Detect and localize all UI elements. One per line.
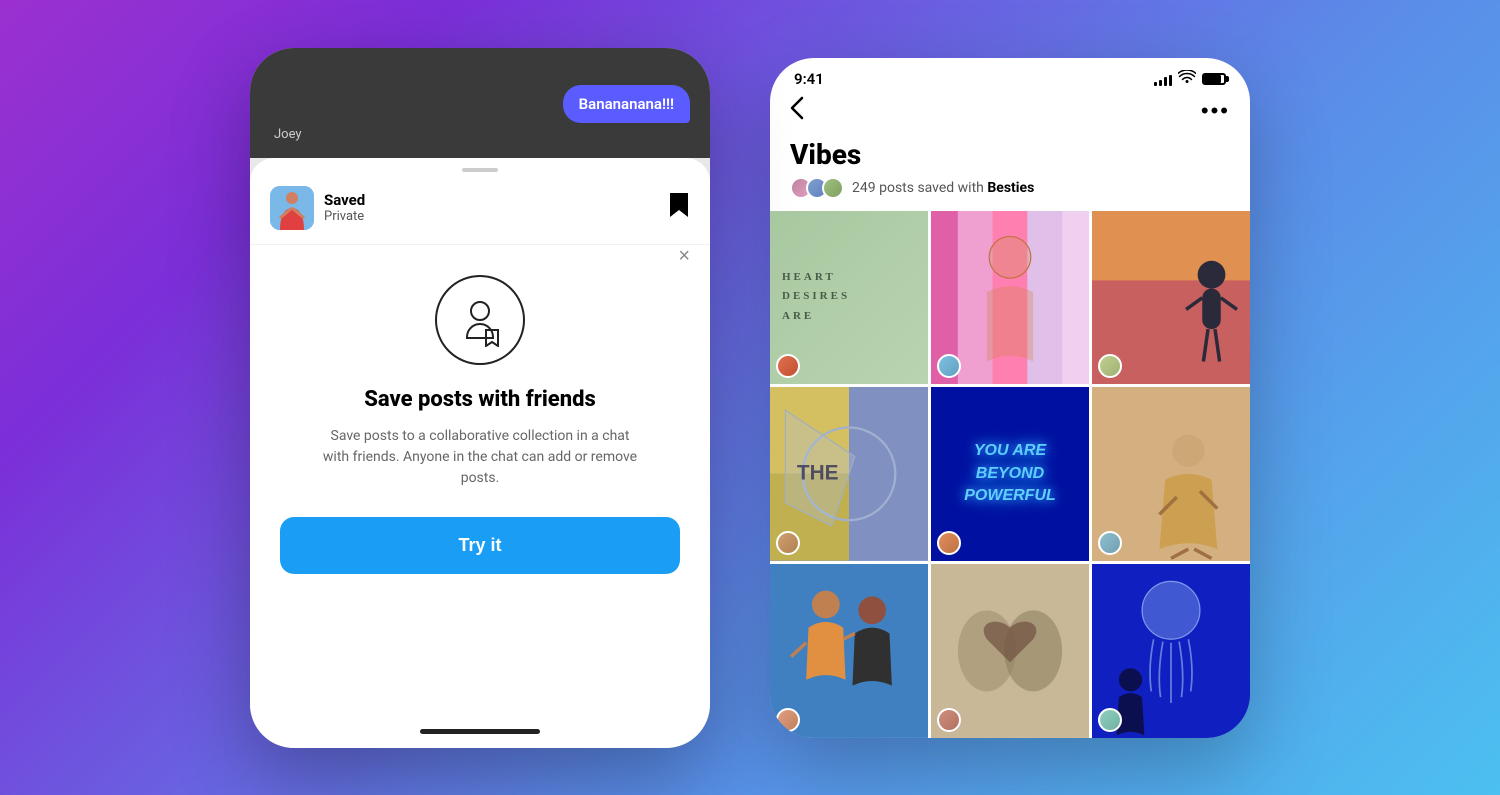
saved-header-row: Saved Private: [250, 172, 710, 245]
back-button[interactable]: [790, 96, 804, 126]
grid-cell-9: [1092, 564, 1250, 738]
saved-title: Saved: [324, 191, 668, 209]
saved-avatar: [270, 186, 314, 230]
collection-meta: 249 posts saved with Besties: [790, 177, 1230, 199]
status-time: 9:41: [794, 70, 824, 88]
signal-bar-2: [1159, 80, 1162, 86]
grid-cell-8: [931, 564, 1089, 738]
cell-1-text: HEARTDESIRESARE: [782, 268, 850, 327]
battery-fill: [1204, 75, 1221, 83]
signal-bars-icon: [1154, 72, 1172, 86]
saved-text-block: Saved Private: [324, 191, 668, 224]
try-it-button[interactable]: Try it: [280, 517, 680, 574]
cell-5-avatar: [937, 531, 961, 555]
cell-7-avatar: [776, 708, 800, 732]
avatar-3: [822, 177, 844, 199]
left-phone: Banananana!!! Joey Saved Private: [250, 48, 710, 748]
signal-bar-3: [1164, 77, 1167, 86]
grid-cell-1: HEARTDESIRESARE: [770, 211, 928, 385]
wifi-icon: [1178, 70, 1196, 88]
person-head-icon: [470, 301, 490, 321]
feature-icon-circle: [435, 275, 525, 365]
signal-bar-1: [1154, 82, 1157, 86]
cell-1-avatar: [776, 354, 800, 378]
chat-background: Banananana!!! Joey: [250, 48, 710, 158]
grid-cell-6: [1092, 387, 1250, 561]
nav-bar: •••: [770, 92, 1250, 134]
status-bar: 9:41: [770, 58, 1250, 92]
cell-3-avatar: [1098, 354, 1122, 378]
post-count: 249 posts saved with Besties: [852, 180, 1034, 196]
close-button[interactable]: ×: [678, 245, 690, 268]
chat-bubble: Banananana!!!: [563, 85, 690, 123]
collaborator-avatars: [790, 177, 844, 199]
grid-cell-7: [770, 564, 928, 738]
more-options-button[interactable]: •••: [1201, 98, 1230, 124]
collection-title: Vibes: [790, 138, 1230, 171]
modal-content: × Save posts with friends Save posts to …: [250, 245, 710, 719]
grid-cell-2: [931, 211, 1089, 385]
grid-cell-5: YOU AREBEYONDPOWERFUL: [931, 387, 1089, 561]
grid-cell-4: THE: [770, 387, 928, 561]
cell-4-avatar: [776, 531, 800, 555]
modal-title: Save posts with friends: [364, 387, 595, 412]
right-phone: 9:41: [770, 58, 1250, 738]
svg-text:THE: THE: [797, 462, 839, 485]
bookmark-icon: [668, 191, 690, 225]
saved-subtitle: Private: [324, 209, 668, 224]
grid-cell-3: [1092, 211, 1250, 385]
cell-2-avatar: [937, 354, 961, 378]
cell-6-avatar: [1098, 531, 1122, 555]
cell-5-text: YOU AREBEYONDPOWERFUL: [964, 440, 1056, 507]
collection-header: Vibes 249 posts saved with Besties: [770, 134, 1250, 211]
battery-icon: [1202, 73, 1226, 85]
status-icons: [1154, 70, 1226, 88]
signal-bar-4: [1169, 75, 1172, 86]
chat-sender-name: Joey: [270, 127, 690, 142]
modal-sheet: Saved Private ×: [250, 158, 710, 748]
posts-grid: HEARTDESIRESARE: [770, 211, 1250, 738]
cell-8-avatar: [937, 708, 961, 732]
feature-icon-inner: [466, 301, 494, 339]
modal-description: Save posts to a collaborative collection…: [320, 426, 640, 489]
cell-9-avatar: [1098, 708, 1122, 732]
person-body-icon: [466, 323, 494, 339]
home-indicator: [420, 729, 540, 734]
